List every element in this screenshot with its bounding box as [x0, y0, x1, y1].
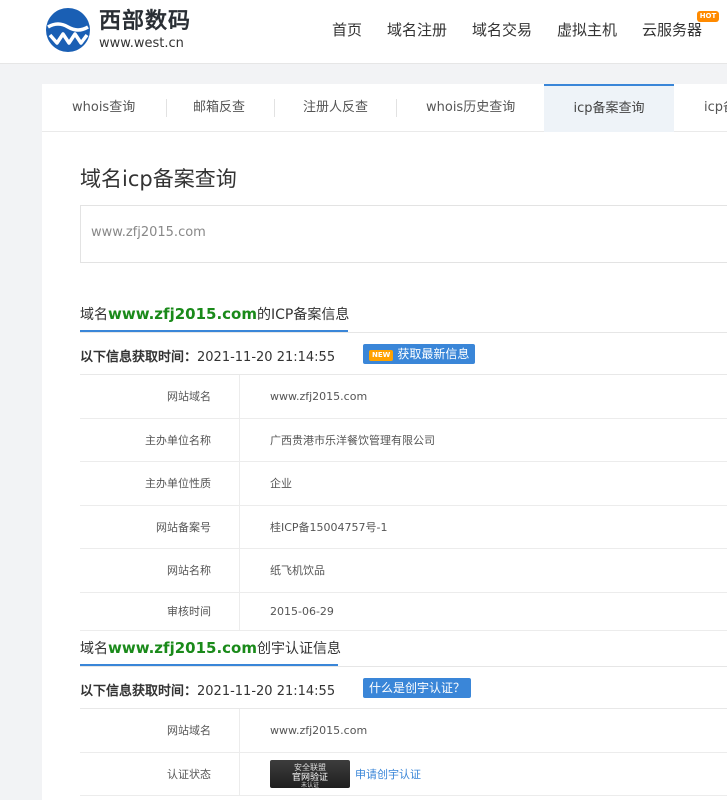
nav-cloud-server[interactable]: 云服务器 [642, 18, 702, 42]
row-label: 主办单位性质 [80, 462, 240, 505]
tab-whois-history[interactable]: whois历史查询 [426, 84, 515, 132]
app-root: 西部数码 www.west.cn 首页 域名注册 域名交易 虚拟主机 云服务器 … [0, 0, 727, 800]
title-prefix: 域名 [80, 641, 108, 657]
section-rule [80, 332, 727, 333]
tab-icp-more[interactable]: icp备 [704, 84, 727, 132]
tab-email-reverse[interactable]: 邮箱反查 [193, 84, 245, 132]
row-label: 网站名称 [80, 549, 240, 592]
row-value: 企业 [270, 477, 292, 491]
tab-separator [166, 99, 167, 117]
title-domain: www.zfj2015.com [108, 305, 257, 323]
apply-cy-link[interactable]: 申请创宇认证 [355, 766, 421, 782]
site-logo[interactable]: 西部数码 www.west.cn [42, 7, 191, 53]
row-value: 广西贵港市乐洋餐饮管理有限公司 [270, 433, 435, 447]
cy-info-table: 网站域名 www.zfj2015.com 认证状态 安全联盟 官网验证 未认证 申… [80, 708, 727, 796]
row-label: 网站域名 [80, 709, 240, 752]
table-row: 网站域名 www.zfj2015.com [80, 709, 727, 753]
nav-virtual-host[interactable]: 虚拟主机 [557, 18, 617, 42]
row-label: 网站备案号 [80, 505, 240, 548]
cert-status-value: 安全联盟 官网验证 未认证 申请创宇认证 [270, 753, 421, 796]
title-prefix: 域名 [80, 307, 108, 323]
tab-icp-query[interactable]: icp备案查询 [544, 84, 674, 132]
title-suffix: 创宇认证信息 [256, 641, 341, 657]
fetch-time-value: 2021-11-20 21:14:55 [197, 684, 336, 699]
row-value: 2015-06-29 [270, 604, 334, 618]
row-label: 审核时间 [80, 592, 240, 630]
row-label: 主办单位名称 [80, 418, 240, 461]
title-domain: www.zfj2015.com [108, 639, 257, 657]
table-row: 主办单位性质 企业 [80, 462, 727, 506]
row-label: 网站域名 [80, 375, 240, 418]
nav-domain-register[interactable]: 域名注册 [387, 18, 447, 42]
row-label: 认证状态 [80, 752, 240, 795]
cy-fetch-time-row: 以下信息获取时间：2021-11-20 21:14:55 [80, 680, 335, 699]
table-row: 审核时间 2015-06-29 [80, 592, 727, 631]
tab-registrant-reverse[interactable]: 注册人反查 [303, 84, 368, 132]
hot-badge: HOT [697, 11, 719, 22]
cy-section-title: 域名www.zfj2015.com创宇认证信息 [80, 638, 341, 658]
fetch-time-label: 以下信息获取时间： [80, 350, 198, 365]
site-header: 西部数码 www.west.cn 首页 域名注册 域名交易 虚拟主机 云服务器 … [0, 0, 727, 64]
section-underline [80, 664, 338, 666]
refresh-info-label: 获取最新信息 [397, 347, 470, 361]
fetch-time-label: 以下信息获取时间： [80, 684, 198, 699]
tab-separator [274, 99, 275, 117]
table-row: 认证状态 安全联盟 官网验证 未认证 申请创宇认证 [80, 752, 727, 796]
cert-badge-icon: 安全联盟 官网验证 未认证 [270, 759, 350, 789]
fetch-time-value: 2021-11-20 21:14:55 [197, 350, 336, 365]
section-underline [80, 330, 348, 332]
row-value: www.zfj2015.com [270, 723, 368, 737]
icp-info-table: 网站域名 www.zfj2015.com 主办单位名称 广西贵港市乐洋餐饮管理有限公… [80, 374, 727, 631]
row-value: 纸飞机饮品 [270, 564, 325, 578]
table-row: 主办单位名称 广西贵港市乐洋餐饮管理有限公司 [80, 418, 727, 462]
tab-whois[interactable]: whois查询 [72, 84, 135, 132]
table-row: 网站名称 纸飞机饮品 [80, 549, 727, 593]
table-row: 网站备案号 桂ICP备15004757号-1 [80, 505, 727, 549]
domain-search-box [80, 205, 727, 263]
west-logo-icon [46, 8, 90, 52]
icp-section-title: 域名www.zfj2015.com的ICP备案信息 [80, 304, 349, 324]
refresh-info-button[interactable]: NEW 获取最新信息 [363, 344, 476, 364]
row-value: www.zfj2015.com [270, 389, 368, 403]
title-suffix: 的ICP备案信息 [256, 307, 350, 323]
icp-fetch-time-row: 以下信息获取时间：2021-11-20 21:14:55 [80, 346, 335, 365]
section-rule [80, 666, 727, 667]
row-value: 桂ICP备15004757号-1 [270, 520, 388, 534]
nav-home[interactable]: 首页 [332, 18, 362, 42]
page-title: 域名icp备案查询 [80, 167, 237, 191]
logo-name: 西部数码 [99, 8, 192, 34]
nav-domain-trade[interactable]: 域名交易 [472, 18, 532, 42]
query-tabs: whois查询 邮箱反查 注册人反查 whois历史查询 icp备案查询 icp… [42, 84, 727, 132]
domain-search-input[interactable] [91, 225, 691, 240]
new-badge: NEW [369, 350, 394, 361]
table-row: 网站域名 www.zfj2015.com [80, 375, 727, 419]
tab-separator [396, 99, 397, 117]
what-is-cy-button[interactable]: 什么是创宇认证？ [363, 678, 472, 698]
logo-url: www.west.cn [99, 35, 184, 51]
